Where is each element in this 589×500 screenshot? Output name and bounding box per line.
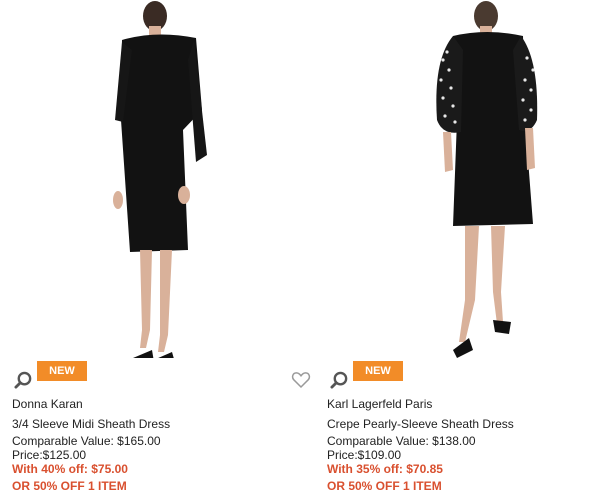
promo-offer: OR 50% OFF 1 ITEM [12,479,127,493]
price: Price:$125.00 [12,448,87,462]
product-card-donna-karan[interactable]: NEW Donna Karan 3/4 Sleeve Midi Sheath D… [0,0,290,500]
sale-price: With 40% off: $75.00 [12,462,128,476]
product-image[interactable] [315,0,589,358]
promo-offer: OR 50% OFF 1 ITEM [327,479,442,493]
comparable-value: Comparable Value: $165.00 [12,434,161,448]
brand-name[interactable]: Karl Lagerfeld Paris [327,397,432,411]
new-badge: NEW [353,361,403,381]
product-name[interactable]: 3/4 Sleeve Midi Sheath Dress [12,417,170,431]
magnifier-icon[interactable] [330,371,349,390]
heart-outline-icon[interactable] [291,370,311,389]
product-name[interactable]: Crepe Pearly-Sleeve Sheath Dress [327,417,514,431]
brand-name[interactable]: Donna Karan [12,397,83,411]
model-in-black-pearl-sleeve-dress [436,1,538,358]
product-image[interactable] [0,0,290,358]
new-badge: NEW [37,361,87,381]
model-in-black-dress [113,1,207,358]
magnifier-icon[interactable] [14,371,33,390]
sale-price: With 35% off: $70.85 [327,462,443,476]
price: Price:$109.00 [327,448,402,462]
comparable-value: Comparable Value: $138.00 [327,434,476,448]
product-card-karl-lagerfeld[interactable]: NEW Karl Lagerfeld Paris Crepe Pearly-Sl… [315,0,589,500]
